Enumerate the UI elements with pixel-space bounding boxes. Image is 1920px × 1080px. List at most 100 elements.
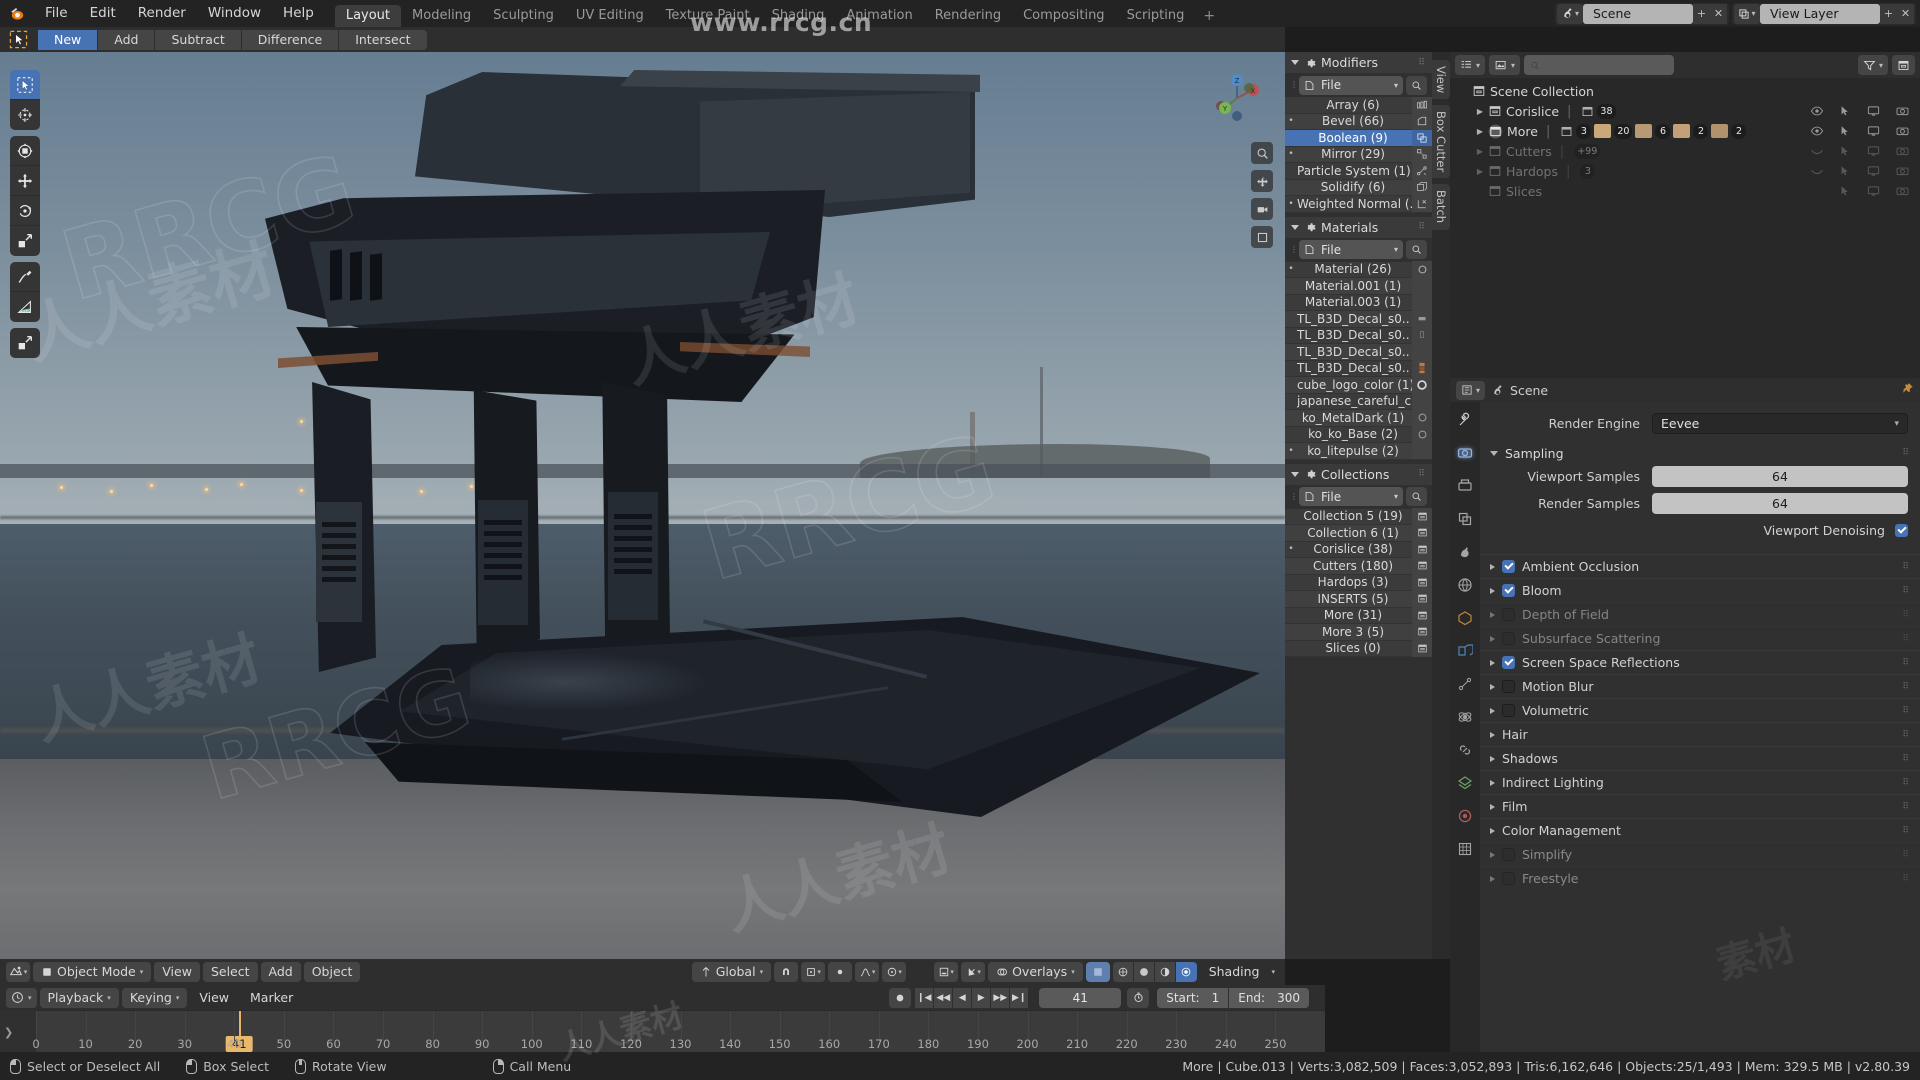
monitor-icon[interactable] bbox=[1866, 105, 1881, 117]
tool-move[interactable] bbox=[10, 166, 40, 196]
end-frame-field[interactable]: End: 300 bbox=[1229, 987, 1309, 1008]
panel-indirect-lighting[interactable]: Indirect Lighting ⠿ bbox=[1480, 770, 1920, 794]
modifier-row-mirror[interactable]: • Mirror (29) bbox=[1285, 146, 1432, 163]
tab-scripting[interactable]: Scripting bbox=[1116, 5, 1196, 27]
timeline-menu-view[interactable]: View bbox=[190, 990, 238, 1005]
start-frame-field[interactable]: Start: 1 bbox=[1157, 987, 1230, 1008]
material-row[interactable]: cube_logo_color (1) bbox=[1285, 376, 1432, 394]
bool-add-button[interactable]: Add bbox=[98, 29, 156, 50]
camera-view-icon[interactable] bbox=[1251, 198, 1273, 220]
collection-icon[interactable] bbox=[1412, 524, 1432, 541]
section-header-modifiers[interactable]: Modifiers ⠿ bbox=[1285, 52, 1432, 73]
motion-blur-checkbox[interactable] bbox=[1502, 680, 1515, 693]
outliner-row-cutters[interactable]: ▶ Cutters | +99 bbox=[1450, 141, 1920, 161]
monitor-icon[interactable] bbox=[1866, 185, 1881, 197]
expand-triangle-icon[interactable] bbox=[1490, 563, 1495, 570]
solidify-icon[interactable] bbox=[1412, 179, 1432, 196]
outliner-display-mode-dropdown[interactable]: ▾ bbox=[1489, 55, 1521, 75]
menu-file[interactable]: File bbox=[34, 0, 79, 27]
panel-screen-space-reflections[interactable]: Screen Space Reflections ⠿ bbox=[1480, 650, 1920, 674]
panel-color-management[interactable]: Color Management ⠿ bbox=[1480, 818, 1920, 842]
tab-material-icon[interactable] bbox=[1455, 806, 1475, 826]
editor-type-icon[interactable]: ▾ bbox=[6, 962, 30, 982]
bool-intersect-button[interactable]: Intersect bbox=[339, 29, 427, 50]
material-empty-icon[interactable] bbox=[1412, 442, 1432, 459]
next-keyframe-button[interactable]: ▶▶ bbox=[991, 987, 1011, 1008]
auto-keying-button[interactable] bbox=[889, 987, 912, 1008]
expand-triangle-icon[interactable] bbox=[1490, 683, 1495, 690]
panel-simplify[interactable]: Simplify ⠿ bbox=[1480, 842, 1920, 866]
collapse-triangle-icon[interactable] bbox=[1291, 471, 1299, 477]
camera-icon[interactable] bbox=[1895, 105, 1910, 117]
delete-scene-button[interactable]: ✕ bbox=[1710, 3, 1727, 24]
modifier-row-solidify[interactable]: Solidify (6) bbox=[1285, 179, 1432, 196]
bool-new-button[interactable]: New bbox=[38, 29, 99, 50]
drag-dots-icon[interactable]: ⋮ bbox=[1290, 492, 1298, 501]
shading-rendered-button[interactable] bbox=[1175, 962, 1197, 982]
play-button[interactable]: ▶ bbox=[972, 987, 992, 1008]
expand-triangle-icon[interactable] bbox=[1490, 635, 1495, 642]
expand-triangle-icon[interactable] bbox=[1490, 731, 1495, 738]
outliner-filter-icon[interactable]: ▾ bbox=[1857, 55, 1888, 75]
current-frame-input[interactable]: 41 bbox=[1039, 987, 1122, 1008]
cursor-select-icon[interactable] bbox=[1838, 125, 1852, 137]
sampling-section-header[interactable]: Sampling ⠿ bbox=[1480, 441, 1920, 465]
tool-cursor[interactable] bbox=[10, 100, 40, 130]
show-gizmo-icon[interactable]: ▾ bbox=[934, 962, 959, 982]
tab-modeling[interactable]: Modeling bbox=[401, 5, 482, 27]
material-row[interactable]: ko_ko_Base (2) bbox=[1285, 426, 1432, 443]
outliner-row-slices[interactable]: Slices bbox=[1450, 181, 1920, 201]
expand-arrow-icon[interactable]: ▶ bbox=[1472, 107, 1488, 116]
eye-icon[interactable] bbox=[1810, 125, 1824, 137]
tool-annotate[interactable] bbox=[10, 262, 40, 292]
tab-view-layer-icon[interactable] bbox=[1455, 509, 1475, 529]
camera-icon[interactable] bbox=[1895, 165, 1910, 177]
scene-selector[interactable]: ▾ Scene + ✕ bbox=[1555, 2, 1729, 25]
previous-keyframe-button[interactable]: ◀◀ bbox=[934, 987, 954, 1008]
expand-triangle-icon[interactable] bbox=[1490, 875, 1495, 882]
material-row[interactable]: • ko_litepulse (2) bbox=[1285, 442, 1432, 460]
timeline-editor-type-icon[interactable]: ▾ bbox=[6, 987, 37, 1008]
modifiers-search-icon[interactable] bbox=[1406, 75, 1427, 95]
view-layer-name-field[interactable]: View Layer bbox=[1760, 3, 1880, 24]
zoom-icon[interactable] bbox=[1251, 142, 1273, 164]
eye-closed-icon[interactable] bbox=[1810, 165, 1824, 177]
collection-icon[interactable] bbox=[1412, 574, 1432, 591]
ambient-occlusion-checkbox[interactable] bbox=[1502, 560, 1515, 573]
menu-window[interactable]: Window bbox=[197, 0, 272, 27]
viewport-menu-select[interactable]: Select bbox=[202, 962, 258, 982]
scene-browse-icon[interactable]: ▾ bbox=[1557, 3, 1583, 24]
expand-triangle-icon[interactable] bbox=[1490, 803, 1495, 810]
material-row[interactable]: Material.001 (1) bbox=[1285, 277, 1432, 295]
drag-dots-icon[interactable]: ⋮ bbox=[1290, 245, 1298, 254]
tab-data-icon[interactable] bbox=[1455, 773, 1475, 793]
tab-tool-icon[interactable] bbox=[1455, 410, 1475, 430]
panel-shadows[interactable]: Shadows ⠿ bbox=[1480, 746, 1920, 770]
outliner-editor-type-dropdown[interactable]: ▾ bbox=[1455, 55, 1486, 75]
outliner-search-input[interactable] bbox=[1524, 55, 1675, 75]
subsurface-scattering-checkbox[interactable] bbox=[1502, 632, 1515, 645]
panel-volumetric[interactable]: Volumetric ⠿ bbox=[1480, 698, 1920, 722]
viewport-menu-add[interactable]: Add bbox=[260, 962, 301, 982]
pin-icon[interactable] bbox=[1901, 382, 1914, 399]
collection-row[interactable]: More 3 (5) bbox=[1285, 623, 1432, 641]
material-row[interactable]: TL_B3D_Decal_s0.. ▬ bbox=[1285, 310, 1432, 328]
expand-triangle-icon[interactable] bbox=[1490, 827, 1495, 834]
material-sphere-icon[interactable] bbox=[1412, 376, 1432, 393]
use-preview-range-button[interactable] bbox=[1127, 987, 1150, 1008]
monitor-icon[interactable] bbox=[1866, 125, 1881, 137]
expand-triangle-icon[interactable] bbox=[1490, 779, 1495, 786]
shading-dropdown-label[interactable]: Shading bbox=[1200, 962, 1269, 982]
modifier-row-particle-system[interactable]: Particle System (1) bbox=[1285, 162, 1432, 180]
tab-scene-icon[interactable] bbox=[1455, 542, 1475, 562]
menu-render[interactable]: Render bbox=[127, 0, 197, 27]
render-engine-dropdown[interactable]: Eevee ▾ bbox=[1652, 413, 1908, 434]
vtab-view[interactable]: View bbox=[1432, 60, 1450, 100]
material-row[interactable]: ko_MetalDark (1) bbox=[1285, 409, 1432, 427]
expand-triangle-icon[interactable] bbox=[1490, 851, 1495, 858]
collection-row[interactable]: • Corislice (38) bbox=[1285, 541, 1432, 558]
panel-motion-blur[interactable]: Motion Blur ⠿ bbox=[1480, 674, 1920, 698]
panel-freestyle[interactable]: Freestyle ⠿ bbox=[1480, 866, 1920, 890]
material-sphere-icon[interactable] bbox=[1412, 261, 1432, 278]
panel-bloom[interactable]: Bloom ⠿ bbox=[1480, 578, 1920, 602]
